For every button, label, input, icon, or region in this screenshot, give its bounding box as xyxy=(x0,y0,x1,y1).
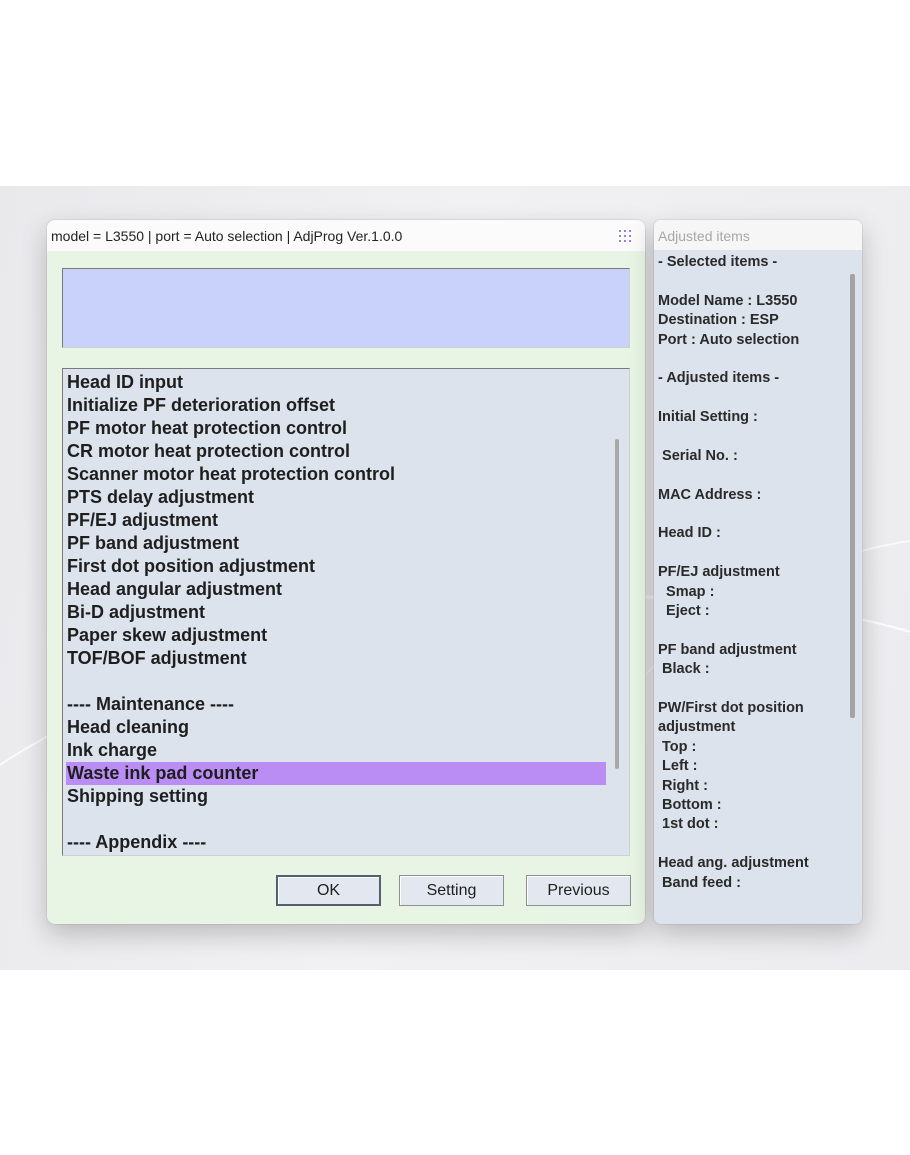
list-item[interactable]: Head cleaning xyxy=(66,716,606,739)
message-display xyxy=(62,268,630,348)
side-panel-line: PF band adjustment xyxy=(658,641,797,658)
side-panel-line xyxy=(658,389,850,408)
list-item[interactable]: Head angular adjustment xyxy=(66,578,606,601)
side-panel-line xyxy=(658,505,850,524)
side-panel-line: 1st dot : xyxy=(658,816,719,833)
side-panel-line: Black : xyxy=(658,661,710,678)
side-panel-line xyxy=(658,621,850,640)
list-item[interactable]: First dot position adjustment xyxy=(66,555,606,578)
side-panel-line: Destination : ESP xyxy=(658,312,779,329)
list-item[interactable]: PF band adjustment xyxy=(66,532,606,555)
side-panel-line: Right : xyxy=(658,777,708,794)
side-panel-line xyxy=(658,544,850,563)
side-panel-line: Band feed : xyxy=(658,874,741,891)
side-panel-line: PF/EJ adjustment xyxy=(658,564,780,581)
list-item[interactable]: PF motor heat protection control xyxy=(66,417,606,440)
side-panel-line: Eject : xyxy=(658,603,710,620)
list-item[interactable]: ---- Appendix ---- xyxy=(66,831,606,854)
side-panel-line: adjustment xyxy=(658,719,736,736)
list-item[interactable]: Paper skew adjustment xyxy=(66,624,606,647)
setting-button[interactable]: Setting xyxy=(399,875,504,906)
side-panel-line xyxy=(658,466,850,485)
list-item[interactable]: Initialize PF deterioration offset xyxy=(66,394,606,417)
list-item[interactable]: PTS delay adjustment xyxy=(66,486,606,509)
previous-button[interactable]: Previous xyxy=(526,875,631,906)
grid-dots-icon[interactable] xyxy=(618,229,633,244)
list-item[interactable]: Ink charge xyxy=(66,739,606,762)
side-panel-title: Adjusted items xyxy=(658,228,750,244)
side-panel-line: Top : xyxy=(658,738,697,755)
window-title: model = L3550 | port = Auto selection | … xyxy=(51,228,403,244)
function-list[interactable]: Head ID input Initialize PF deterioration… xyxy=(62,368,630,856)
side-panel-line xyxy=(658,272,850,291)
side-panel-line xyxy=(658,350,850,369)
side-panel-line: Port : Auto selection xyxy=(658,331,800,348)
side-panel-line: Left : xyxy=(658,758,698,775)
side-scrollbar-thumb[interactable] xyxy=(850,274,855,718)
side-panel-line: Model Name : L3550 xyxy=(658,292,798,309)
side-panel-line: Head ID : xyxy=(658,525,721,542)
ok-button[interactable]: OK xyxy=(276,875,381,906)
adjustment-program-window: model = L3550 | port = Auto selection | … xyxy=(47,220,645,924)
list-item[interactable]: Waste ink pad counter xyxy=(66,762,606,785)
list-item[interactable]: Bi-D adjustment xyxy=(66,601,606,624)
side-panel-line: Head ang. adjustment xyxy=(658,855,809,872)
list-item[interactable]: CR motor heat protection control xyxy=(66,440,606,463)
side-panel-line xyxy=(658,835,850,854)
side-panel-line: Initial Setting : xyxy=(658,409,758,426)
list-item[interactable]: TOF/BOF adjustment xyxy=(66,647,606,670)
list-item[interactable] xyxy=(66,670,606,693)
list-item[interactable]: ---- Maintenance ---- xyxy=(66,693,606,716)
side-panel-line: Smap : xyxy=(658,583,715,600)
window-titlebar[interactable]: model = L3550 | port = Auto selection | … xyxy=(47,220,645,251)
side-panel-titlebar[interactable]: Adjusted items xyxy=(654,220,862,250)
side-panel-line: Bottom : xyxy=(658,796,722,813)
side-panel-line: - Adjusted items - xyxy=(658,370,780,387)
list-item[interactable] xyxy=(66,808,606,831)
list-item[interactable]: PF/EJ adjustment xyxy=(66,509,606,532)
side-panel-line: PW/First dot position xyxy=(658,699,804,716)
list-item[interactable]: Scanner motor heat protection control xyxy=(66,463,606,486)
list-scrollbar-thumb[interactable] xyxy=(615,439,619,769)
side-panel-line: Serial No. : xyxy=(658,447,738,464)
adjusted-items-text: - Selected items - Model Name : L3550 Dest… xyxy=(658,253,850,893)
adjusted-items-panel: Adjusted items - Selected items - Model N… xyxy=(654,220,862,924)
list-item[interactable]: Head ID input xyxy=(66,371,606,394)
list-item[interactable]: Shipping setting xyxy=(66,785,606,808)
side-panel-line: MAC Address : xyxy=(658,486,762,503)
side-panel-line xyxy=(658,680,850,699)
side-panel-line xyxy=(658,428,850,447)
side-panel-line: - Selected items - xyxy=(658,254,778,270)
function-list-items: Head ID input Initialize PF deterioration… xyxy=(66,371,606,854)
